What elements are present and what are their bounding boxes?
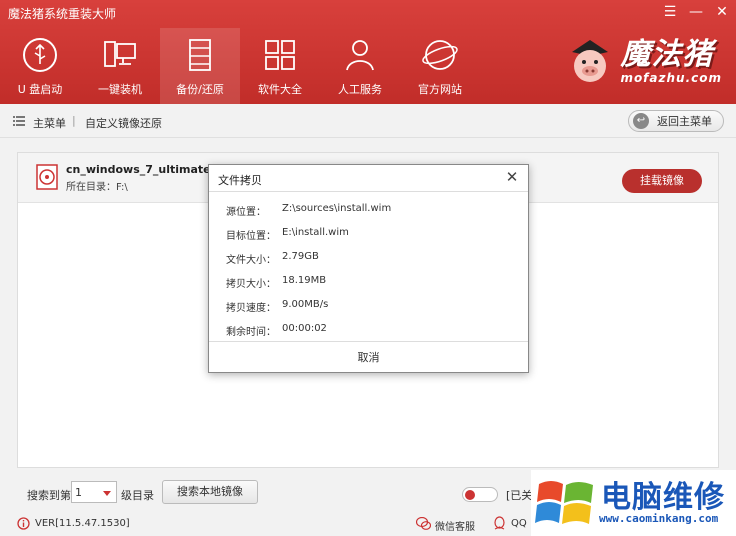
dialog-footer: 取消 [209,341,528,373]
file-copy-dialog: 文件拷贝 ✕ 源位置： Z:\sources\install.wim 目标位置：… [208,164,529,373]
close-icon[interactable]: ✕ [504,169,520,185]
detail-row-copied-size: 拷贝大小： 18.19MB [209,271,528,295]
cancel-button[interactable]: 取消 [209,342,528,373]
modal-overlay: 文件拷贝 ✕ 源位置： Z:\sources\install.wim 目标位置：… [0,0,736,536]
detail-row-file-size: 文件大小： 2.79GB [209,247,528,271]
detail-label: 拷贝速度： [226,303,276,314]
detail-row-copy-speed: 拷贝速度： 9.00MB/s [209,295,528,319]
detail-value: Z:\sources\install.wim [282,203,392,214]
dialog-details: 源位置： Z:\sources\install.wim 目标位置： E:\ins… [209,199,528,343]
dialog-header: 文件拷贝 ✕ [209,165,528,192]
detail-value: 2.79GB [282,251,319,262]
dialog-title: 文件拷贝 [218,174,262,187]
detail-label: 拷贝大小： [226,279,276,290]
detail-label: 目标位置： [226,231,276,242]
detail-value: 9.00MB/s [282,299,329,310]
detail-row-time-remaining: 剩余时间： 00:00:02 [209,319,528,343]
detail-value: E:\install.wim [282,227,349,238]
detail-value: 18.19MB [282,275,327,286]
detail-row-source: 源位置： Z:\sources\install.wim [209,199,528,223]
detail-label: 文件大小： [226,255,276,266]
detail-label: 剩余时间： [226,327,276,338]
detail-row-target: 目标位置： E:\install.wim [209,223,528,247]
detail-label: 源位置： [226,207,266,218]
detail-value: 00:00:02 [282,323,327,334]
